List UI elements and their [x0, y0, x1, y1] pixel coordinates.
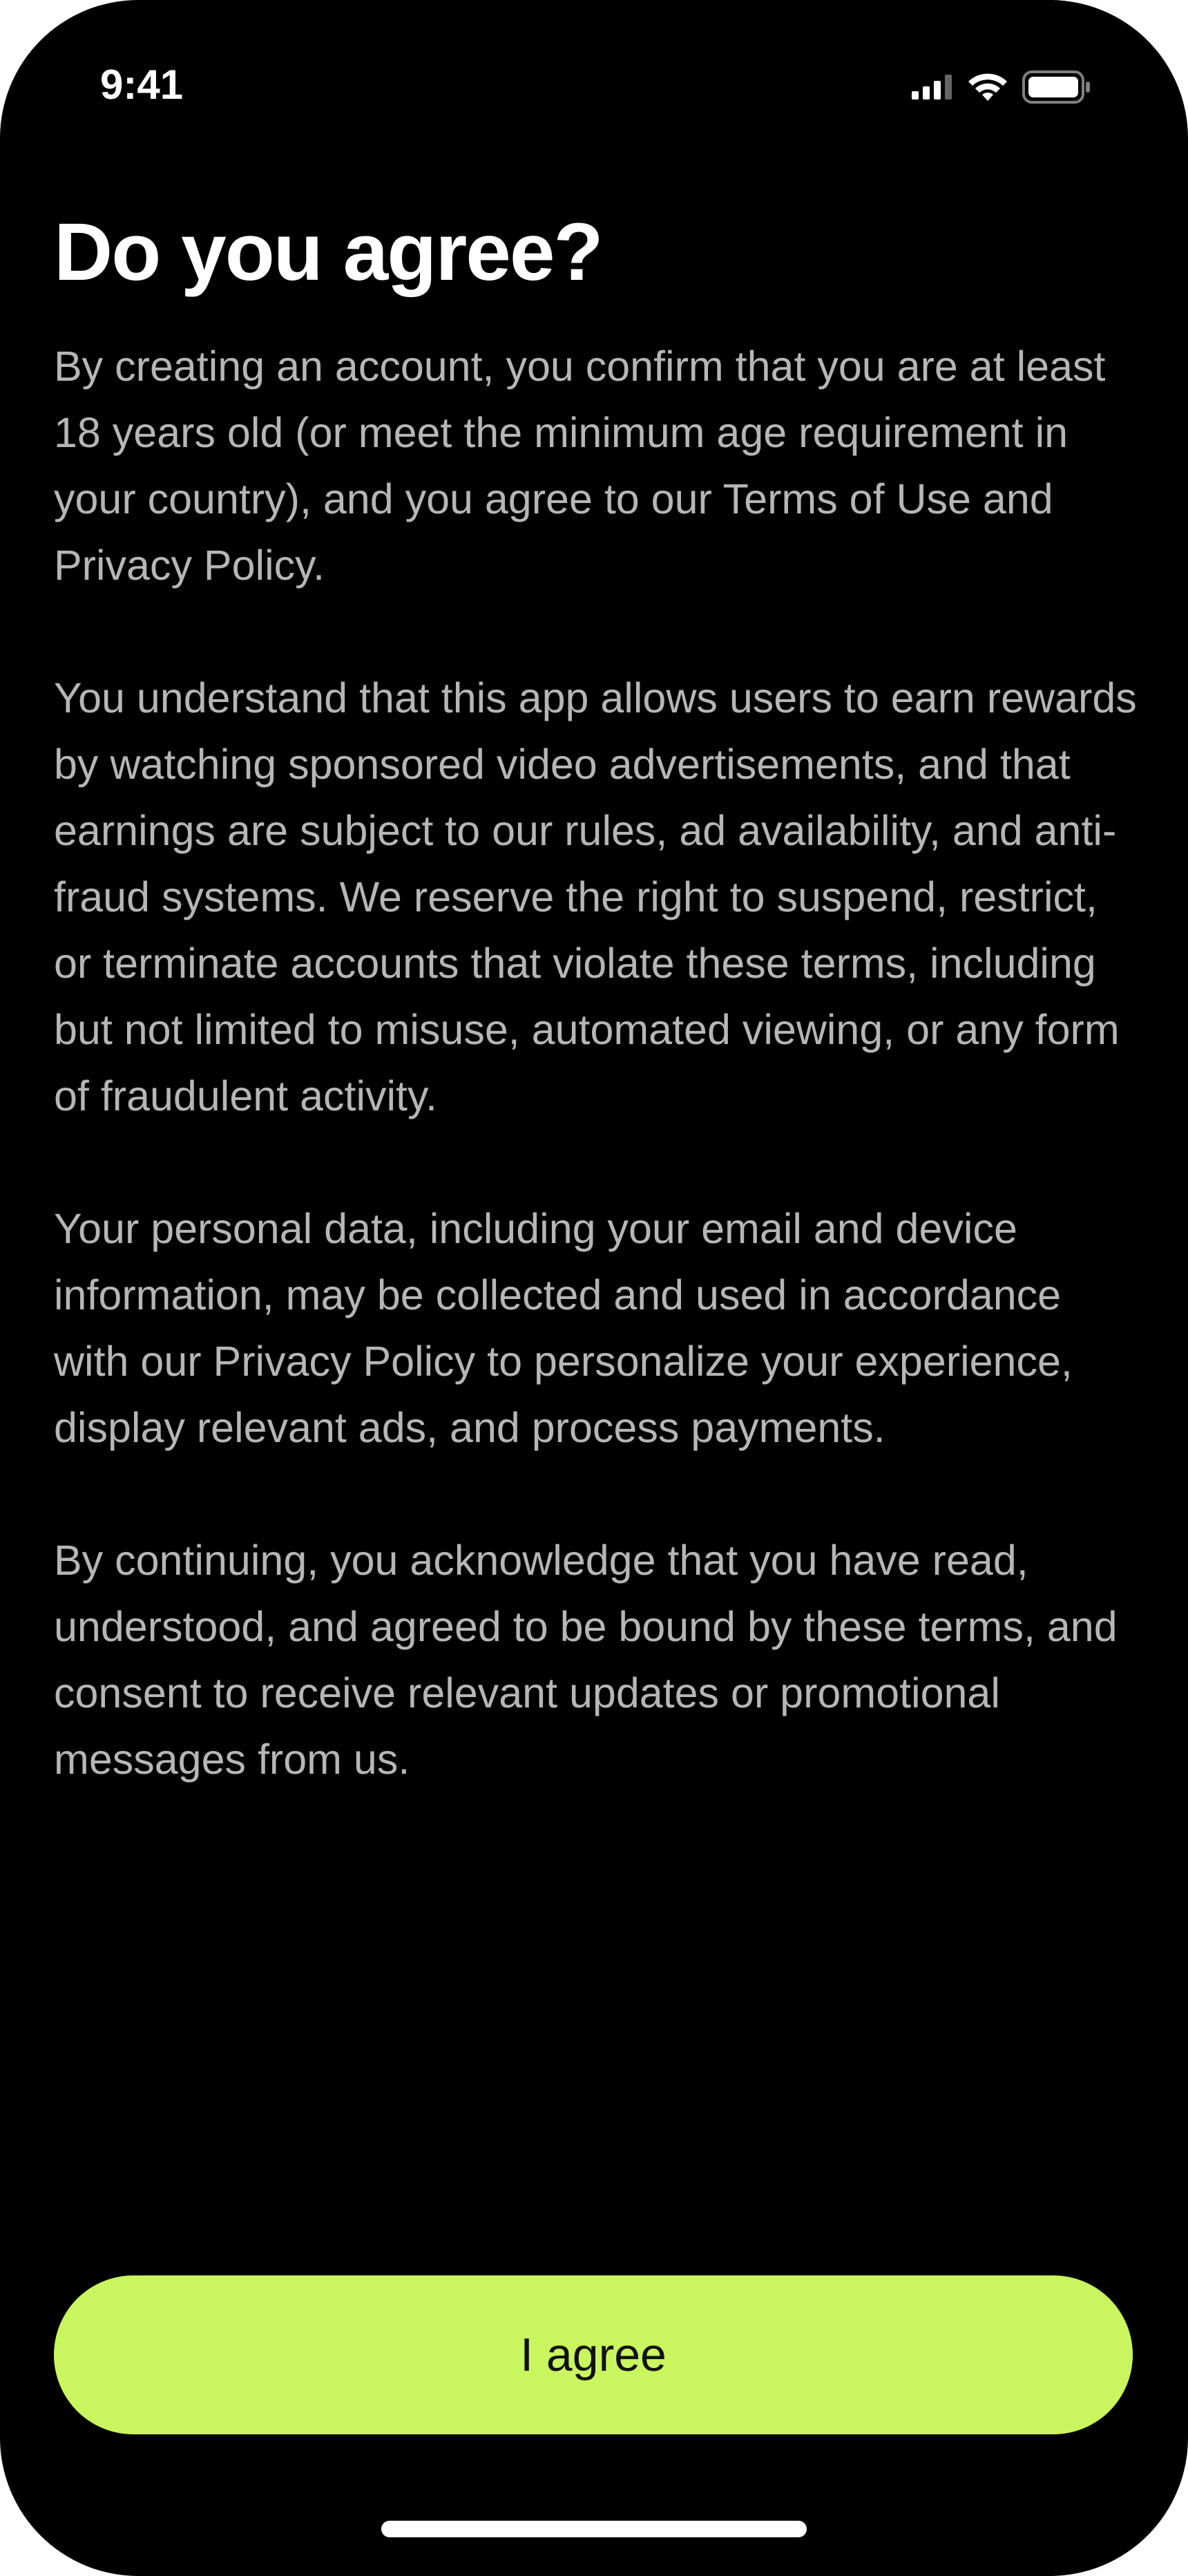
terms-text: By creating an account, you confirm that…	[54, 333, 1145, 1859]
battery-icon	[1022, 70, 1091, 104]
screen: 9:41 Do you agree? By creating an accoun…	[0, 0, 1188, 2576]
agree-button[interactable]: I agree	[54, 2275, 1133, 2434]
status-time: 9:41	[100, 61, 184, 108]
status-icons	[912, 69, 1091, 105]
terms-paragraph-consent: By continuing, you acknowledge that you …	[54, 1537, 1118, 1783]
terms-paragraph-rewards: You understand that this app allows user…	[54, 674, 1137, 1119]
cellular-signal-icon	[912, 75, 953, 100]
wifi-icon	[968, 73, 1007, 101]
terms-paragraph-data: Your personal data, including your email…	[54, 1205, 1073, 1451]
terms-paragraph-age: By creating an account, you confirm that…	[54, 343, 1106, 589]
page-title: Do you agree?	[54, 207, 604, 298]
home-indicator[interactable]	[381, 2521, 807, 2537]
status-bar: 9:41	[0, 0, 1188, 173]
